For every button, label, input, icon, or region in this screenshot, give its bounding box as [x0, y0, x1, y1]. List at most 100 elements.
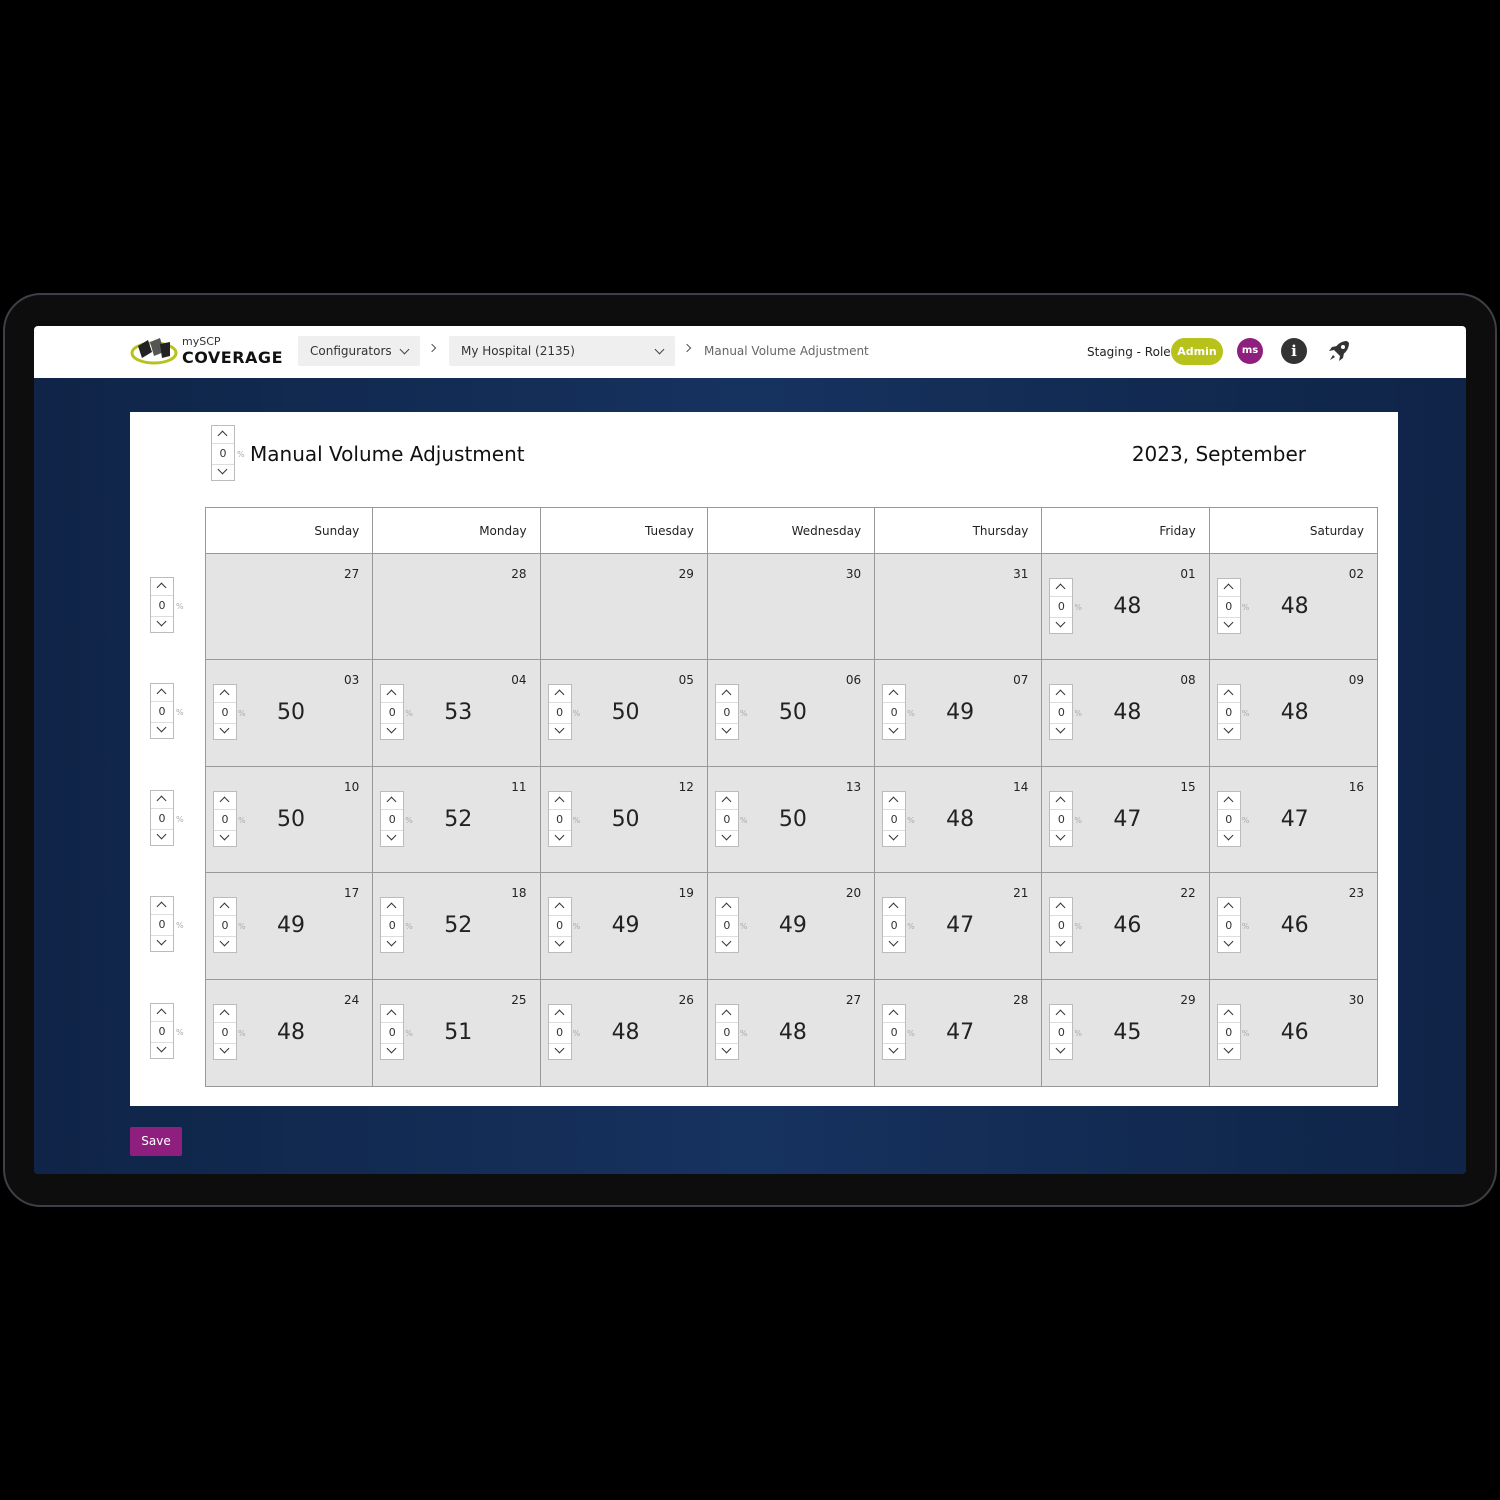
stepper-value[interactable]: 0 [214, 808, 236, 831]
percent-stepper[interactable]: 0 [882, 790, 907, 847]
decrement-button[interactable] [1050, 617, 1072, 633]
stepper-value[interactable]: 0 [1217, 1021, 1240, 1044]
stepper-value[interactable]: 0 [1050, 1021, 1073, 1044]
decrement-button[interactable] [212, 464, 234, 480]
decrement-button[interactable] [716, 830, 738, 846]
decrement-button[interactable] [883, 936, 905, 952]
stepper-value[interactable]: 0 [381, 702, 404, 725]
stepper-value[interactable]: 0 [548, 915, 571, 938]
stepper-value[interactable]: 0 [151, 807, 173, 830]
increment-button[interactable] [151, 1004, 173, 1020]
save-button[interactable]: Save [130, 1127, 182, 1156]
decrement-button[interactable] [549, 723, 571, 739]
decrement-button[interactable] [716, 1043, 738, 1059]
decrement-button[interactable] [151, 1042, 173, 1058]
increment-button[interactable] [549, 898, 571, 914]
decrement-button[interactable] [381, 936, 403, 952]
stepper-value[interactable]: 0 [214, 915, 236, 938]
info-icon[interactable]: i [1281, 338, 1307, 364]
increment-button[interactable] [549, 792, 571, 808]
percent-stepper[interactable]: 0 [714, 1003, 739, 1060]
decrement-button[interactable] [1050, 723, 1072, 739]
decrement-button[interactable] [381, 723, 403, 739]
stepper-value[interactable]: 0 [1050, 915, 1073, 938]
percent-stepper[interactable]: 0 [714, 897, 739, 954]
decrement-button[interactable] [1218, 830, 1240, 846]
global-percent-stepper[interactable]: 0 [211, 425, 235, 481]
percent-stepper[interactable]: 0 [547, 790, 572, 847]
stepper-value[interactable]: 0 [715, 1021, 738, 1044]
stepper-value[interactable]: 0 [381, 915, 404, 938]
stepper-value[interactable]: 0 [715, 808, 738, 831]
increment-button[interactable] [1218, 685, 1240, 701]
increment-button[interactable] [381, 792, 403, 808]
stepper-value[interactable]: 0 [381, 808, 404, 831]
increment-button[interactable] [151, 897, 173, 913]
stepper-value[interactable]: 0 [715, 702, 738, 725]
increment-button[interactable] [151, 578, 173, 594]
decrement-button[interactable] [883, 830, 905, 846]
role-badge[interactable]: Admin [1171, 338, 1223, 365]
decrement-button[interactable] [1218, 617, 1240, 633]
percent-stepper[interactable]: 0 [1216, 790, 1241, 847]
stepper-value[interactable]: 0 [883, 808, 906, 831]
increment-button[interactable] [549, 685, 571, 701]
decrement-button[interactable] [1050, 1043, 1072, 1059]
increment-button[interactable] [151, 791, 173, 807]
increment-button[interactable] [883, 1005, 905, 1021]
percent-stepper[interactable]: 0 [150, 1002, 174, 1059]
decrement-button[interactable] [716, 723, 738, 739]
increment-button[interactable] [883, 898, 905, 914]
increment-button[interactable] [1218, 898, 1240, 914]
decrement-button[interactable] [1050, 936, 1072, 952]
increment-button[interactable] [716, 898, 738, 914]
stepper-value[interactable]: 0 [548, 702, 571, 725]
percent-stepper[interactable]: 0 [380, 684, 405, 741]
hospital-dropdown[interactable]: My Hospital (2135) [449, 336, 675, 366]
percent-stepper[interactable]: 0 [714, 790, 739, 847]
increment-button[interactable] [214, 898, 236, 914]
percent-stepper[interactable]: 0 [380, 897, 405, 954]
stepper-value[interactable]: 0 [214, 702, 236, 725]
increment-button[interactable] [883, 792, 905, 808]
percent-stepper[interactable]: 0 [213, 1003, 237, 1060]
increment-button[interactable] [883, 685, 905, 701]
stepper-value[interactable]: 0 [214, 1021, 236, 1044]
decrement-button[interactable] [151, 616, 173, 632]
percent-stepper[interactable]: 0 [380, 1003, 405, 1060]
percent-stepper[interactable]: 0 [213, 790, 237, 847]
increment-button[interactable] [1218, 792, 1240, 808]
percent-stepper[interactable]: 0 [150, 896, 174, 953]
increment-button[interactable] [1050, 792, 1072, 808]
increment-button[interactable] [716, 685, 738, 701]
rocket-icon[interactable] [1325, 337, 1353, 365]
stepper-value[interactable]: 0 [1050, 596, 1073, 618]
percent-stepper[interactable]: 0 [882, 684, 907, 741]
stepper-value[interactable]: 0 [151, 914, 173, 937]
stepper-value[interactable]: 0 [1217, 702, 1240, 725]
percent-stepper[interactable]: 0 [1216, 897, 1241, 954]
stepper-value[interactable]: 0 [1217, 808, 1240, 831]
percent-stepper[interactable]: 0 [1049, 684, 1074, 741]
decrement-button[interactable] [549, 830, 571, 846]
increment-button[interactable] [214, 685, 236, 701]
decrement-button[interactable] [214, 723, 236, 739]
increment-button[interactable] [151, 684, 173, 700]
decrement-button[interactable] [549, 936, 571, 952]
percent-stepper[interactable]: 0 [213, 684, 237, 741]
stepper-value[interactable]: 0 [151, 1020, 173, 1043]
increment-button[interactable] [381, 1005, 403, 1021]
percent-stepper[interactable]: 0 [882, 897, 907, 954]
increment-button[interactable] [381, 898, 403, 914]
decrement-button[interactable] [381, 1043, 403, 1059]
percent-stepper[interactable]: 0 [1049, 897, 1074, 954]
increment-button[interactable] [716, 1005, 738, 1021]
stepper-value[interactable]: 0 [883, 1021, 906, 1044]
stepper-value[interactable]: 0 [1217, 915, 1240, 938]
percent-stepper[interactable]: 0 [1216, 684, 1241, 741]
increment-button[interactable] [214, 792, 236, 808]
configurators-dropdown[interactable]: Configurators [298, 336, 420, 366]
percent-stepper[interactable]: 0 [1049, 790, 1074, 847]
decrement-button[interactable] [716, 936, 738, 952]
percent-stepper[interactable]: 0 [380, 790, 405, 847]
